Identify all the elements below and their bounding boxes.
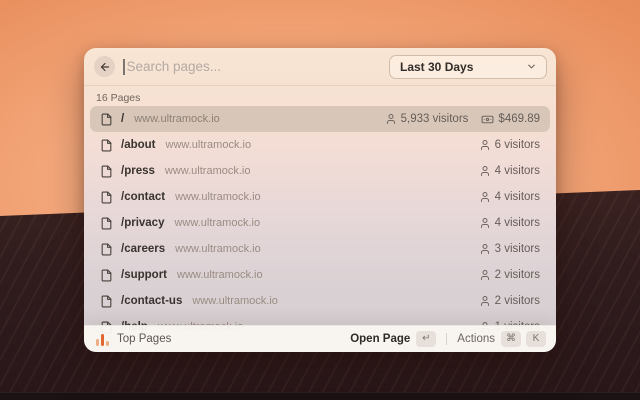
visitors-count: 2 visitors [495, 269, 540, 281]
visitors-count: 3 visitors [495, 243, 540, 255]
user-icon [385, 113, 397, 125]
user-icon [479, 217, 491, 229]
visitors-metric: 6 visitors [479, 139, 540, 151]
file-icon [100, 139, 113, 152]
bar-chart-logo-icon [96, 333, 109, 346]
visitors-count: 2 visitors [495, 295, 540, 307]
revenue-amount: $469.89 [498, 113, 540, 125]
actions-label: Actions [457, 333, 495, 345]
page-path: /careers [121, 243, 165, 255]
footer-divider [446, 333, 447, 345]
file-icon [100, 243, 113, 256]
file-icon [100, 113, 113, 126]
page-domain: www.ultramock.io [166, 139, 252, 151]
visitors-count: 4 visitors [495, 165, 540, 177]
user-icon [479, 243, 491, 255]
page-row[interactable]: /contact www.ultramock.io 4 visitors [90, 184, 550, 210]
page-row[interactable]: / www.ultramock.io 5,933 visitors $469.8… [90, 106, 550, 132]
page-domain: www.ultramock.io [175, 243, 261, 255]
visitors-metric: 4 visitors [479, 191, 540, 203]
page-path: /press [121, 165, 155, 177]
page-row[interactable]: /press www.ultramock.io 4 visitors [90, 158, 550, 184]
visitors-metric: 2 visitors [479, 295, 540, 307]
file-icon [100, 191, 113, 204]
text-cursor [123, 59, 125, 75]
footer-brand-label: Top Pages [117, 333, 171, 345]
k-key-badge: K [526, 331, 546, 347]
page-domain: www.ultramock.io [174, 217, 260, 229]
open-page-action[interactable]: Open Page ↵ [350, 331, 436, 347]
page-domain: www.ultramock.io [134, 113, 220, 125]
page-path: /privacy [121, 217, 164, 229]
visitors-metric: 4 visitors [479, 217, 540, 229]
date-range-dropdown[interactable]: Last 30 Days [389, 55, 547, 79]
visitors-count: 4 visitors [495, 217, 540, 229]
date-range-value: Last 30 Days [400, 60, 473, 74]
revenue-metric: $469.89 [481, 113, 540, 126]
file-icon [100, 165, 113, 178]
user-icon [479, 295, 491, 307]
visitors-count: 6 visitors [495, 139, 540, 151]
page-domain: www.ultramock.io [175, 191, 261, 203]
visitors-count: 4 visitors [495, 191, 540, 203]
back-button[interactable] [94, 56, 115, 77]
search-input[interactable] [127, 59, 390, 74]
search-palette-window: Last 30 Days 16 Pages / www.ultramock.io… [84, 48, 556, 352]
user-icon [479, 191, 491, 203]
open-page-label: Open Page [350, 333, 410, 345]
chevron-down-icon [526, 61, 537, 72]
visitors-metric: 4 visitors [479, 165, 540, 177]
page-path: /support [121, 269, 167, 281]
enter-key-badge: ↵ [416, 331, 436, 347]
footer-bar: Top Pages Open Page ↵ Actions ⌘ K [84, 325, 556, 352]
user-icon [479, 139, 491, 151]
page-path: / [121, 113, 124, 125]
bottom-dark-strip [0, 392, 640, 400]
page-path: /contact-us [121, 295, 182, 307]
section-label: 16 Pages [84, 86, 556, 106]
page-row[interactable]: /support www.ultramock.io 2 visitors [90, 262, 550, 288]
file-icon [100, 295, 113, 308]
page-path: /about [121, 139, 156, 151]
visitors-count: 5,933 visitors [401, 113, 469, 125]
visitors-metric: 3 visitors [479, 243, 540, 255]
pages-list: / www.ultramock.io 5,933 visitors $469.8… [84, 106, 556, 340]
page-domain: www.ultramock.io [165, 165, 251, 177]
page-domain: www.ultramock.io [177, 269, 263, 281]
page-path: /contact [121, 191, 165, 203]
banknote-icon [481, 113, 494, 126]
file-icon [100, 217, 113, 230]
user-icon [479, 269, 491, 281]
user-icon [479, 165, 491, 177]
page-row[interactable]: /careers www.ultramock.io 3 visitors [90, 236, 550, 262]
page-domain: www.ultramock.io [192, 295, 278, 307]
visitors-metric: 2 visitors [479, 269, 540, 281]
arrow-left-icon [99, 61, 111, 73]
command-key-badge: ⌘ [501, 331, 521, 347]
page-row[interactable]: /privacy www.ultramock.io 4 visitors [90, 210, 550, 236]
actions-menu-trigger[interactable]: Actions ⌘ K [457, 331, 546, 347]
page-row[interactable]: /contact-us www.ultramock.io 2 visitors [90, 288, 550, 314]
page-row[interactable]: /about www.ultramock.io 6 visitors [90, 132, 550, 158]
visitors-metric: 5,933 visitors [385, 113, 469, 125]
file-icon [100, 269, 113, 282]
search-header: Last 30 Days [84, 48, 556, 86]
